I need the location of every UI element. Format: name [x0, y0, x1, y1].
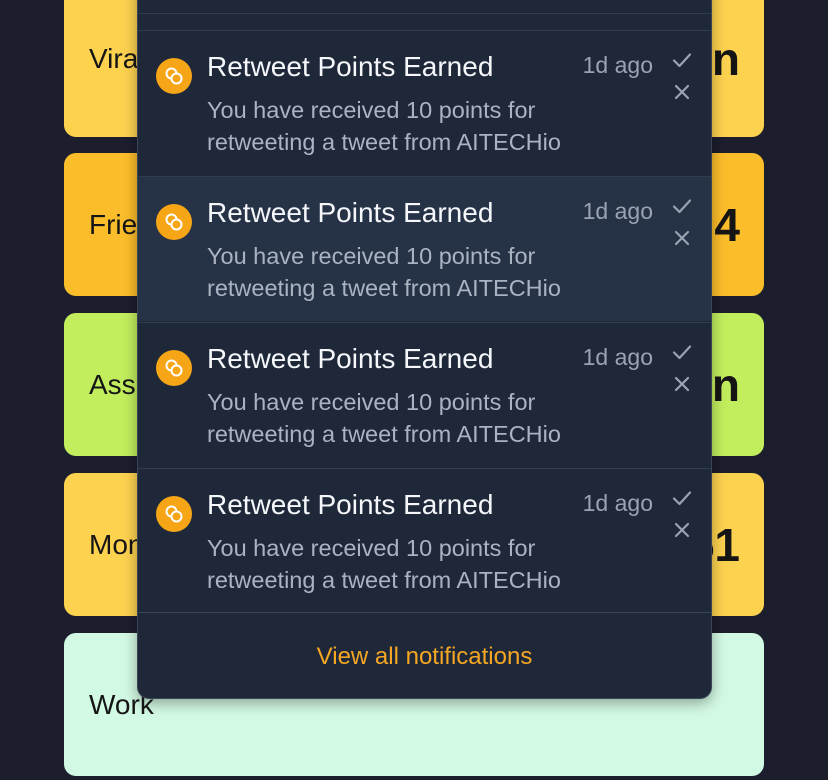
notification-title: Retweet Points Earned: [207, 51, 494, 82]
mark-read-check-icon[interactable]: [670, 340, 694, 364]
coins-icon: [156, 350, 192, 386]
notification-body: You have received 10 points for retweeti…: [207, 389, 561, 447]
notification-title: Retweet Points Earned: [207, 489, 494, 520]
notification-title: Retweet Points Earned: [207, 197, 494, 228]
notification-time: 1d ago: [582, 198, 653, 224]
dismiss-close-icon[interactable]: [670, 80, 694, 104]
divider: [138, 612, 711, 613]
mark-read-check-icon[interactable]: [670, 48, 694, 72]
divider: [138, 13, 711, 14]
notification-time: 1d ago: [582, 52, 653, 78]
stat-card-value: n: [711, 32, 740, 85]
notification-time: 1d ago: [582, 344, 653, 370]
notification-body: You have received 10 points for retweeti…: [207, 97, 561, 155]
stat-card-label: Vira: [89, 42, 139, 74]
coins-icon: [156, 204, 192, 240]
notification-body: You have received 10 points for retweeti…: [207, 243, 561, 301]
dismiss-close-icon[interactable]: [670, 518, 694, 542]
stat-card-label: Ass: [89, 368, 136, 400]
notification-body: You have received 10 points for retweeti…: [207, 535, 561, 593]
notification-item[interactable]: Retweet Points Earned 1d ago You have re…: [138, 176, 711, 321]
mark-read-check-icon[interactable]: [670, 486, 694, 510]
stat-card-value: 4: [714, 198, 740, 251]
dismiss-close-icon[interactable]: [670, 226, 694, 250]
notification-title: Retweet Points Earned: [207, 343, 494, 374]
mark-read-check-icon[interactable]: [670, 194, 694, 218]
view-all-notifications-link[interactable]: View all notifications: [138, 643, 711, 671]
dismiss-close-icon[interactable]: [670, 372, 694, 396]
stat-card-label: Frie: [89, 208, 138, 240]
coins-icon: [156, 58, 192, 94]
notification-item[interactable]: Retweet Points Earned 1d ago You have re…: [138, 30, 711, 175]
stat-card-label: Mon: [89, 528, 144, 560]
notification-item[interactable]: Retweet Points Earned 1d ago You have re…: [138, 322, 711, 467]
notification-time: 1d ago: [582, 490, 653, 516]
coins-icon: [156, 496, 192, 532]
notification-item[interactable]: Retweet Points Earned 1d ago You have re…: [138, 468, 711, 613]
notifications-panel: Retweet Points Earned 1d ago You have re…: [137, 0, 712, 699]
stat-card-value: n: [711, 358, 740, 411]
